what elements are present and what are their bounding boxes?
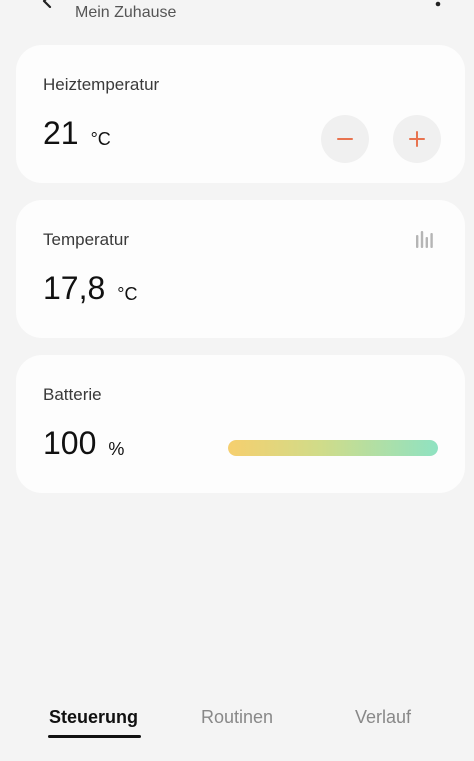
more-vertical-icon[interactable] <box>434 0 442 8</box>
chevron-left-icon[interactable] <box>40 0 54 8</box>
heating-temperature-value: 21 <box>43 115 79 151</box>
battery-level-bar <box>228 440 438 456</box>
temperature-value: 17,8 <box>43 270 106 306</box>
battery-value-group: 100% <box>43 425 124 462</box>
battery-card: Batterie 100% <box>16 355 465 493</box>
battery-unit: % <box>108 439 125 459</box>
minus-icon <box>337 138 353 140</box>
heating-temperature-unit: °C <box>90 129 111 149</box>
battery-level-fill <box>228 440 438 456</box>
battery-value: 100 <box>43 425 97 461</box>
heating-temperature-value-group: 21 °C <box>43 115 111 152</box>
battery-label: Batterie <box>43 385 102 404</box>
decrease-temperature-button[interactable] <box>321 115 369 163</box>
plus-icon <box>409 131 425 147</box>
bar-chart-icon[interactable] <box>415 229 435 249</box>
increase-temperature-button[interactable] <box>393 115 441 163</box>
tab-steuerung[interactable]: Steuerung <box>49 707 138 728</box>
temperature-value-group: 17,8 °C <box>43 270 137 307</box>
tab-verlauf[interactable]: Verlauf <box>355 707 411 728</box>
temperature-unit: °C <box>117 284 138 304</box>
temperature-label: Temperatur <box>43 230 129 249</box>
home-subtitle: Mein Zuhause <box>75 4 177 21</box>
tab-routinen[interactable]: Routinen <box>201 707 273 728</box>
bottom-tab-bar: Steuerung Routinen Verlauf <box>0 700 474 750</box>
temperature-card: Temperatur 17,8 °C <box>16 200 465 338</box>
top-bar: Mein Zuhause <box>0 0 474 34</box>
heating-temperature-card: Heiztemperatur 21 °C <box>16 45 465 183</box>
heating-temperature-label: Heiztemperatur <box>43 75 160 94</box>
active-tab-indicator <box>48 735 141 738</box>
